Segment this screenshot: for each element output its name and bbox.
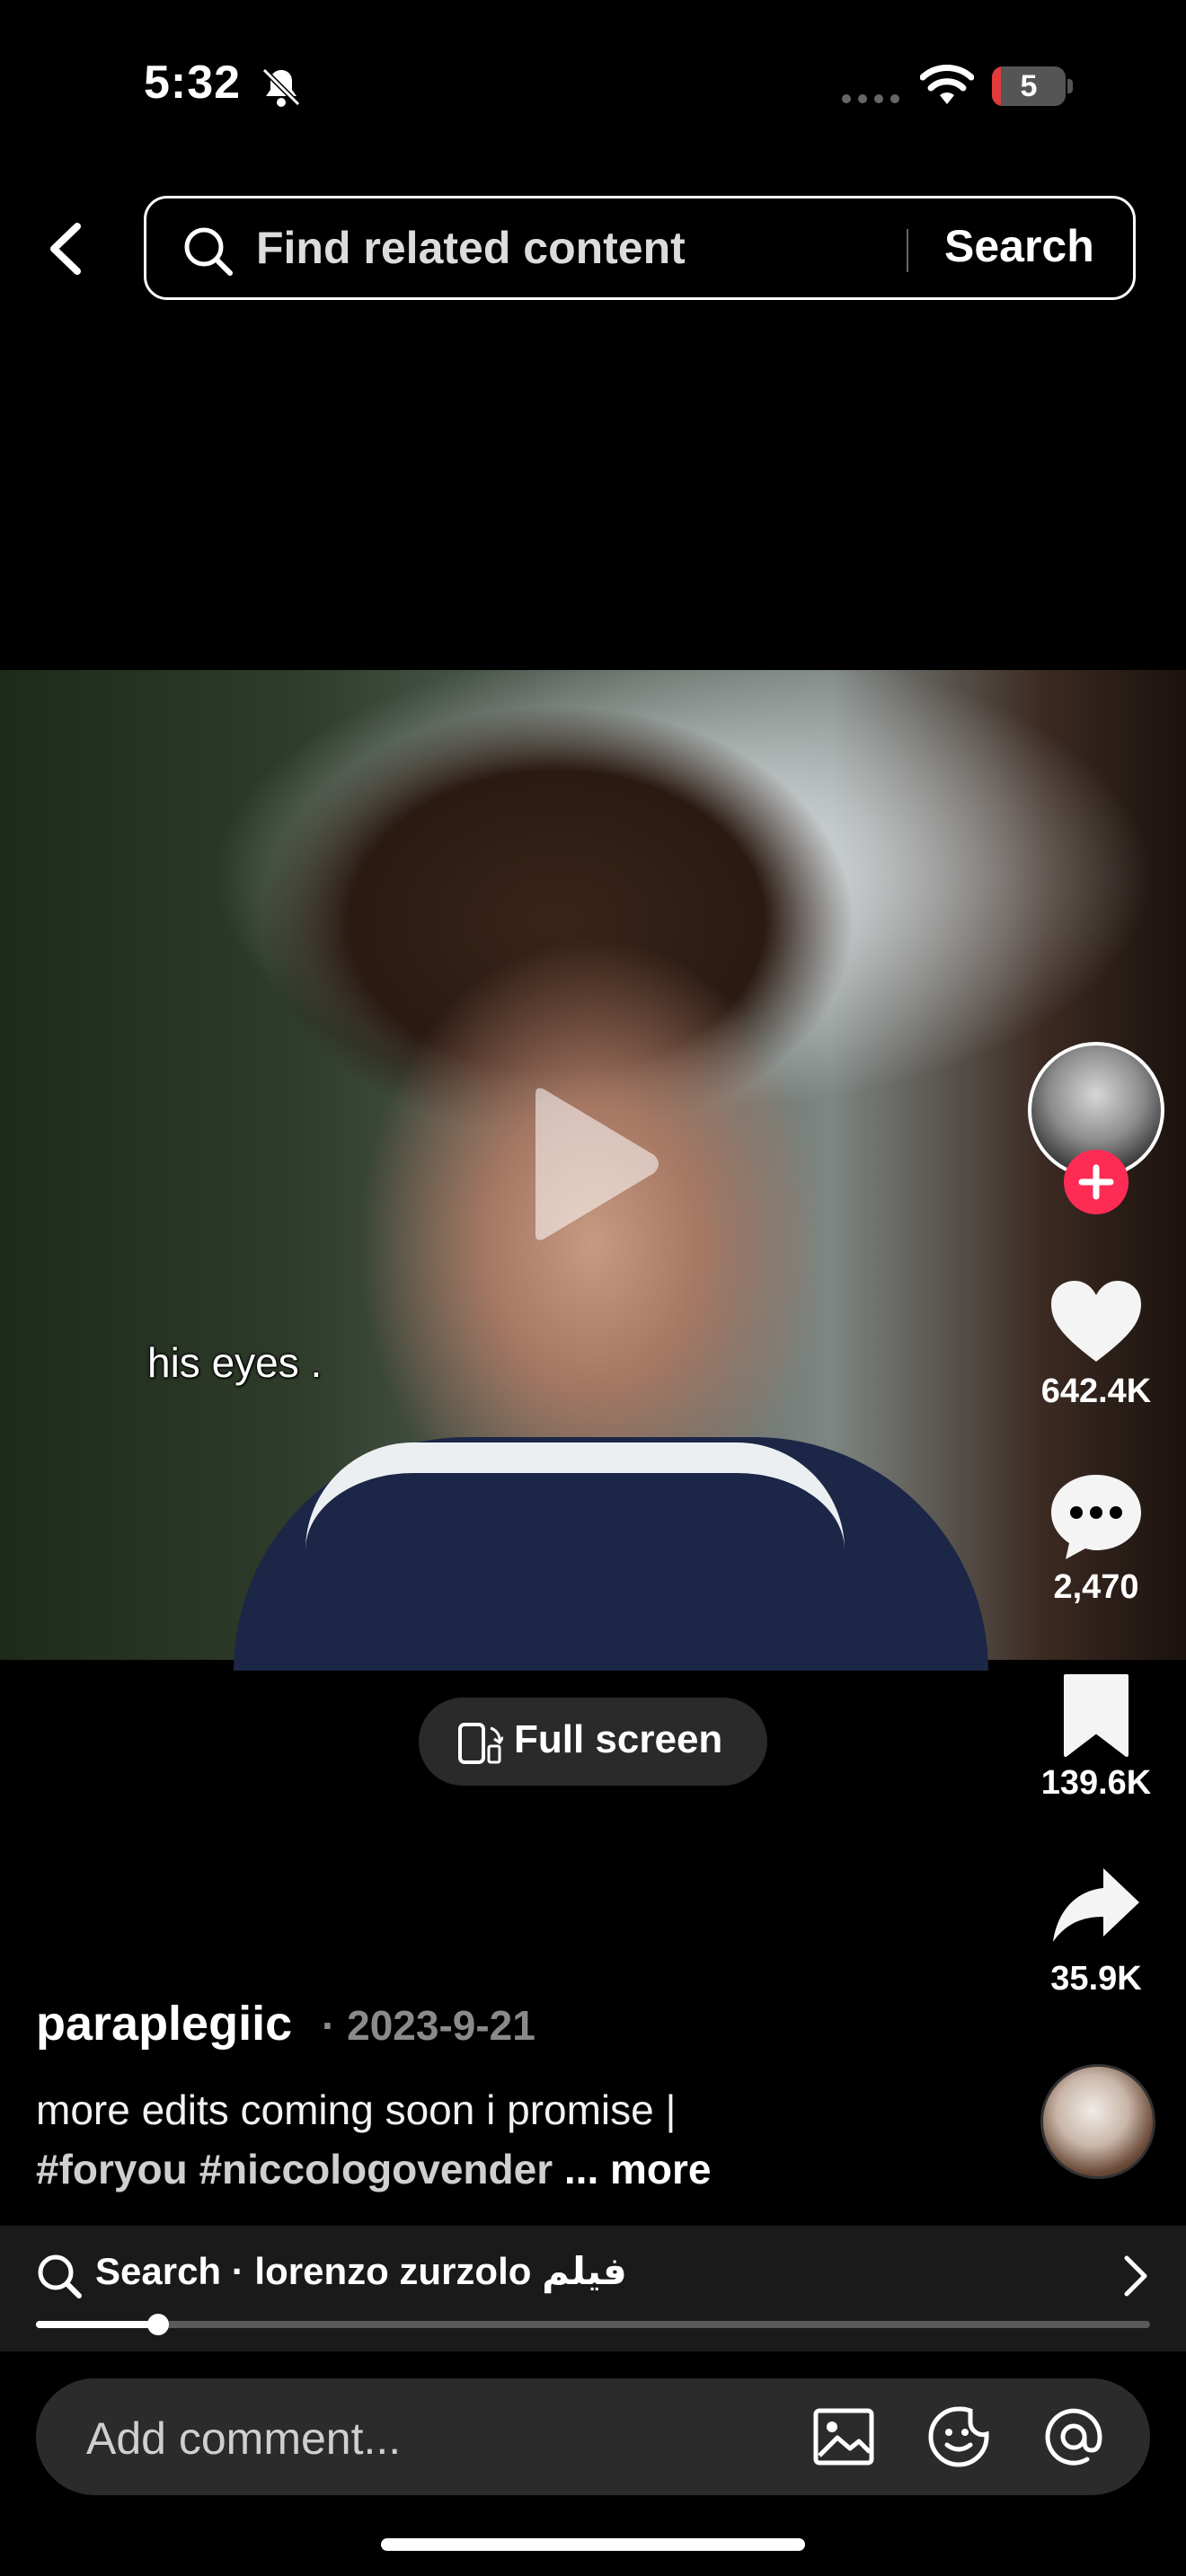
search-divider [907, 229, 908, 272]
share-count: 35.9K [1050, 1960, 1142, 1998]
back-chevron-icon[interactable] [43, 221, 90, 277]
related-search-text: Search · lorenzo zurzolo فيلم [95, 2250, 627, 2292]
playback-progress-fill [36, 2321, 158, 2328]
post-date: · 2023-9-21 [322, 2001, 535, 2050]
search-icon [184, 227, 233, 276]
related-search-strip[interactable]: Search · lorenzo zurzolo فيلم [0, 2226, 1186, 2351]
follow-plus-icon[interactable] [1064, 1150, 1128, 1214]
rotate-phone-icon [458, 1723, 503, 1764]
home-indicator[interactable] [381, 2538, 805, 2551]
search-icon [38, 2254, 82, 2298]
image-icon[interactable] [810, 2404, 877, 2470]
full-screen-label: Full screen [514, 1717, 723, 1761]
chevron-right-icon [1124, 2255, 1147, 2297]
share-arrow-icon[interactable] [1049, 1865, 1143, 1945]
comment-bar[interactable]: Add comment... [36, 2378, 1150, 2495]
heart-icon[interactable] [1048, 1279, 1145, 1365]
battery-icon: 5 [992, 66, 1073, 106]
comment-input[interactable]: Add comment... [86, 2413, 401, 2465]
comment-bubble-icon[interactable] [1048, 1471, 1145, 1561]
status-time: 5:32 [144, 57, 242, 109]
caption-line-1: more edits coming soon i promise | [36, 2086, 677, 2133]
search-button[interactable]: Search [944, 220, 1094, 272]
cellular-dots-icon [842, 94, 899, 103]
mention-at-icon[interactable] [1040, 2404, 1107, 2470]
like-count: 642.4K [1040, 1372, 1152, 1410]
sticker-icon[interactable] [925, 2404, 992, 2470]
bell-slash-icon [261, 67, 301, 107]
bookmark-icon[interactable] [1060, 1672, 1132, 1759]
date-value: 2023-9-21 [347, 2002, 535, 2049]
caption-hashtags[interactable]: #foryou #niccologovender [36, 2146, 553, 2192]
play-icon[interactable] [528, 1085, 663, 1243]
search-bar[interactable]: Find related content Search [144, 196, 1136, 300]
video-subtitle: his eyes . [147, 1339, 323, 1386]
author-username[interactable]: paraplegiic [36, 1996, 292, 2051]
caption-more-link[interactable]: ... more [553, 2146, 712, 2192]
full-screen-button[interactable]: Full screen [419, 1698, 767, 1786]
video-frame-collar [305, 1442, 845, 1550]
save-count: 139.6K [1040, 1764, 1152, 1802]
music-disc-avatar[interactable] [1040, 2064, 1155, 2179]
search-input[interactable]: Find related content [256, 222, 686, 274]
playback-progress-track[interactable] [36, 2321, 1150, 2328]
playback-scrubber[interactable] [147, 2314, 169, 2335]
battery-level: 5 [1020, 69, 1038, 103]
date-separator: · [322, 2002, 348, 2049]
comment-count: 2,470 [1053, 1568, 1139, 1606]
caption-line-2: #foryou #niccologovender ... more [36, 2145, 712, 2193]
wifi-icon [920, 65, 974, 104]
